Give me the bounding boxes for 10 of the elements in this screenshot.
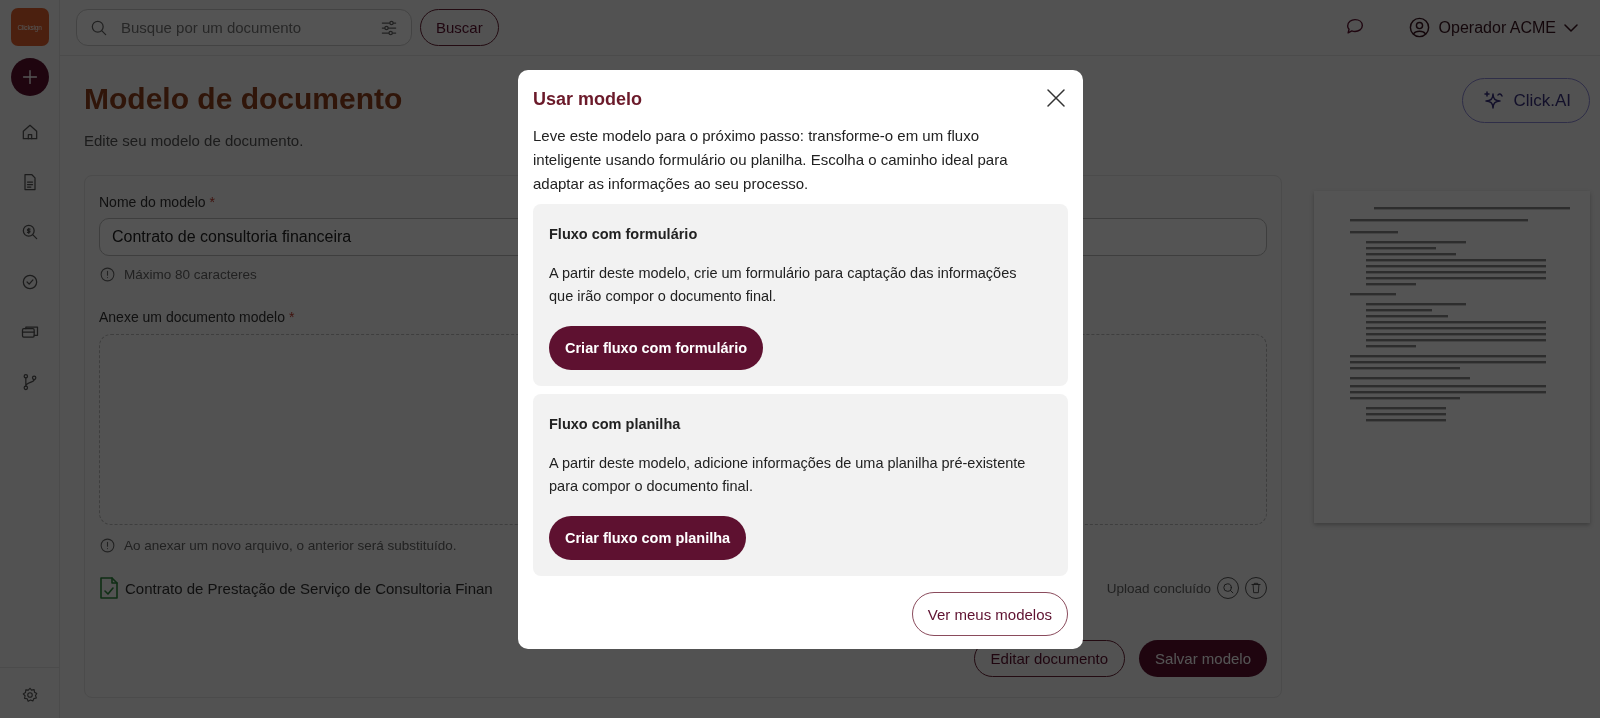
option-description: A partir deste modelo, crie um formulário para captação das informações que irão compor o documento final.: [549, 264, 1018, 306]
field-label: Anexe um documento modelo *: [99, 309, 296, 325]
file-name: Contrato de Prestação de Serviço de Consultoria Finan: [125, 579, 493, 597]
field-label: Nome do modelo *: [99, 194, 216, 210]
modal-title: Usar modelo: [533, 88, 643, 110]
option-title: Fluxo com formulário: [549, 226, 699, 242]
modal-description: Leve este modelo para o próximo passo: transforme-o em um fluxo inteligente usando formulário ou planilha. Escolha o caminho ideal para adaptar as informações ao seu processo.: [533, 126, 1009, 194]
option-description: A partir deste modelo, adicione informações de uma planilha pré-existente para compor o documento final.: [549, 454, 1027, 496]
option-title: Fluxo com planilha: [549, 416, 682, 432]
page-title: Modelo de documento: [84, 82, 403, 116]
